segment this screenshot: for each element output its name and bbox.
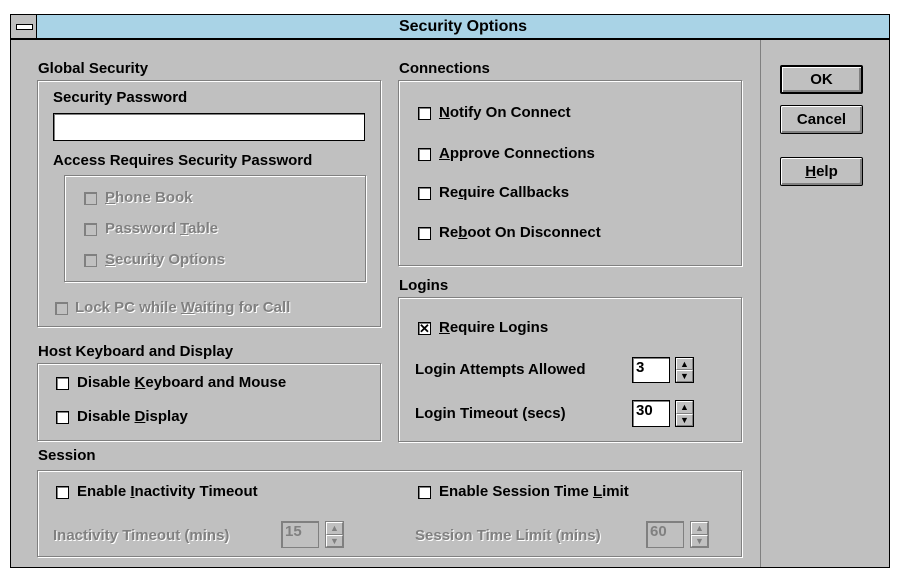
phone-book-label: Phone Book bbox=[105, 189, 193, 206]
spin-up-icon[interactable]: ▲ bbox=[676, 358, 693, 370]
spin-up-icon[interactable]: ▲ bbox=[676, 401, 693, 414]
login-attempts-label: Login Attempts Allowed bbox=[415, 361, 586, 378]
cancel-button[interactable]: Cancel bbox=[780, 105, 863, 134]
security-options-dialog: Security Options Global Security Securit… bbox=[10, 14, 890, 568]
disable-display-checkbox[interactable] bbox=[56, 411, 69, 424]
password-table-checkbox bbox=[84, 223, 97, 236]
login-timeout-label: Login Timeout (secs) bbox=[415, 405, 566, 422]
spin-down-icon[interactable]: ▼ bbox=[676, 413, 693, 426]
access-requires-label: Access Requires Security Password bbox=[53, 152, 313, 169]
dialog-title: Security Options bbox=[398, 18, 528, 35]
require-logins-checkbox[interactable]: ✕ bbox=[418, 322, 431, 335]
lock-pc-label: Lock PC while Waiting for Call bbox=[75, 299, 291, 316]
login-timeout-spinner[interactable]: ▲ ▼ bbox=[675, 400, 694, 427]
button-column-divider bbox=[760, 40, 761, 567]
time-limit-value: 60 bbox=[650, 523, 667, 540]
require-logins-label[interactable]: Require Logins bbox=[439, 319, 548, 337]
inactivity-timeout-label: Inactivity Timeout (mins) bbox=[53, 527, 230, 544]
title-bar: Security Options bbox=[11, 15, 889, 40]
global-security-heading: Global Security bbox=[38, 60, 149, 77]
spin-down-icon: ▼ bbox=[691, 534, 708, 547]
require-callbacks-label[interactable]: Require Callbacks bbox=[439, 184, 569, 202]
password-table-label: Password Table bbox=[105, 220, 219, 237]
security-options-label: Security Options bbox=[105, 251, 226, 268]
lock-pc-checkbox bbox=[55, 302, 68, 315]
security-options-checkbox bbox=[84, 254, 97, 267]
ok-button[interactable]: OK bbox=[780, 65, 863, 94]
system-menu-icon[interactable] bbox=[11, 15, 37, 38]
reboot-on-disconnect-label[interactable]: Reboot On Disconnect bbox=[439, 224, 601, 242]
enable-time-limit-checkbox[interactable] bbox=[418, 486, 431, 499]
spin-up-icon: ▲ bbox=[326, 522, 343, 535]
enable-time-limit-label[interactable]: Enable Session Time Limit bbox=[439, 483, 629, 501]
approve-connections-checkbox[interactable] bbox=[418, 148, 431, 161]
security-password-field[interactable] bbox=[53, 113, 365, 141]
login-timeout-field[interactable]: 30 bbox=[632, 400, 670, 427]
time-limit-field: 60 bbox=[646, 521, 684, 548]
disable-display-label[interactable]: Disable Display bbox=[77, 408, 188, 426]
enable-inactivity-checkbox[interactable] bbox=[56, 486, 69, 499]
host-heading: Host Keyboard and Display bbox=[38, 343, 234, 360]
login-attempts-value: 3 bbox=[636, 359, 645, 376]
login-timeout-value: 30 bbox=[636, 402, 653, 419]
spin-up-icon: ▲ bbox=[691, 522, 708, 535]
time-limit-label: Session Time Limit (mins) bbox=[415, 527, 601, 544]
phone-book-checkbox bbox=[84, 192, 97, 205]
login-attempts-field[interactable]: 3 bbox=[632, 357, 670, 383]
logins-heading: Logins bbox=[399, 277, 449, 294]
help-button[interactable]: Help bbox=[780, 157, 863, 186]
disable-keyboard-label[interactable]: Disable Keyboard and Mouse bbox=[77, 374, 286, 392]
spin-down-icon[interactable]: ▼ bbox=[676, 370, 693, 382]
spin-down-icon: ▼ bbox=[326, 534, 343, 547]
login-attempts-spinner[interactable]: ▲ ▼ bbox=[675, 357, 694, 383]
disable-keyboard-checkbox[interactable] bbox=[56, 377, 69, 390]
inactivity-timeout-field: 15 bbox=[281, 521, 319, 548]
require-callbacks-checkbox[interactable] bbox=[418, 187, 431, 200]
notify-on-connect-checkbox[interactable] bbox=[418, 107, 431, 120]
connections-heading: Connections bbox=[399, 60, 490, 77]
inactivity-timeout-spinner: ▲ ▼ bbox=[325, 521, 344, 548]
enable-inactivity-label[interactable]: Enable Inactivity Timeout bbox=[77, 483, 258, 501]
notify-on-connect-label[interactable]: Notify On Connect bbox=[439, 104, 571, 122]
session-heading: Session bbox=[38, 447, 96, 464]
time-limit-spinner: ▲ ▼ bbox=[690, 521, 709, 548]
reboot-on-disconnect-checkbox[interactable] bbox=[418, 227, 431, 240]
approve-connections-label[interactable]: Approve Connections bbox=[439, 145, 595, 163]
system-menu-bar bbox=[16, 24, 33, 30]
security-password-label: Security Password bbox=[53, 89, 188, 106]
inactivity-timeout-value: 15 bbox=[285, 523, 302, 540]
